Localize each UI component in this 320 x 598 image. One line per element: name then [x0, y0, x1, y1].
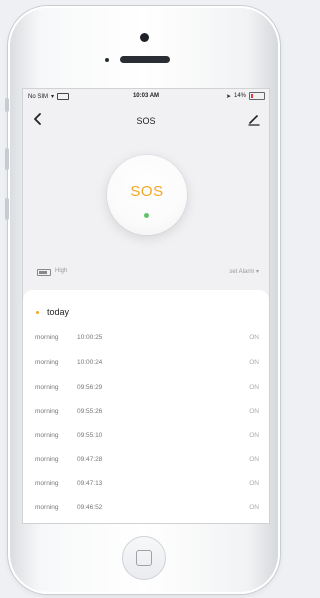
record-period: morning — [35, 480, 59, 487]
sos-label: SOS — [130, 183, 164, 200]
record-row: morning 09:55:10 ON — [35, 432, 259, 442]
sos-button[interactable]: SOS — [107, 155, 187, 235]
record-period: morning — [35, 359, 59, 366]
volume-down-button — [5, 198, 9, 220]
record-time: 10:00:25 — [77, 334, 103, 341]
record-row: morning 09:56:29 ON — [35, 384, 259, 394]
section-title: today — [47, 307, 70, 317]
record-row: morning 10:00:25 ON — [35, 334, 259, 344]
record-time: 09:55:10 — [77, 432, 103, 439]
battery-level-text: High — [55, 268, 68, 274]
record-row: morning 09:47:13 ON — [35, 480, 259, 490]
page-title: SOS — [136, 116, 156, 126]
record-time: 09:47:13 — [77, 480, 103, 487]
pencil-icon[interactable] — [245, 110, 263, 128]
record-state: ON — [249, 432, 259, 439]
record-state: ON — [249, 456, 259, 463]
record-state: ON — [249, 504, 259, 511]
device-battery-icon — [37, 269, 51, 276]
status-right: ➤ 14% — [226, 92, 265, 100]
record-period: morning — [35, 456, 59, 463]
set-alarm-dropdown[interactable]: set Alarm ▾ — [229, 268, 259, 275]
record-state: ON — [249, 480, 259, 487]
status-bar: No SIM ▾ 10:03 AM ➤ 14% — [23, 89, 269, 103]
bullet-icon — [36, 310, 39, 314]
location-icon: ➤ — [225, 93, 231, 100]
record-time: 09:55:26 — [77, 408, 103, 415]
record-time: 09:47:28 — [77, 456, 103, 463]
battery-icon — [249, 92, 265, 100]
volume-up-button — [5, 148, 9, 170]
mute-switch — [5, 98, 9, 112]
front-camera — [140, 33, 149, 42]
record-row: morning 09:55:26 ON — [35, 408, 259, 418]
record-period: morning — [35, 408, 59, 415]
proximity-sensor — [105, 58, 109, 62]
home-button[interactable] — [122, 536, 166, 580]
record-time: 09:46:52 — [77, 504, 103, 511]
section-header: today — [33, 307, 69, 317]
record-state: ON — [249, 408, 259, 415]
record-row: morning 10:00:24 ON — [35, 359, 259, 369]
earpiece-speaker — [120, 56, 170, 63]
battery-percent: 14% — [233, 93, 246, 99]
home-square-icon — [136, 550, 152, 566]
record-time: 09:56:29 — [77, 384, 103, 391]
records-panel: today morning 10:00:25 ON morning 10:00:… — [23, 290, 269, 523]
nav-bar: SOS — [23, 105, 269, 133]
record-row: morning 09:47:28 ON — [35, 456, 259, 466]
record-period: morning — [35, 504, 59, 511]
record-state: ON — [249, 334, 259, 341]
record-row: morning 09:46:52 ON — [35, 504, 259, 514]
record-period: morning — [35, 384, 59, 391]
app-screen: No SIM ▾ 10:03 AM ➤ 14% SOS SOS High set… — [22, 88, 270, 524]
device-info-row: High set Alarm ▾ — [23, 267, 269, 279]
record-state: ON — [249, 384, 259, 391]
sos-status-indicator — [144, 213, 149, 218]
record-time: 10:00:24 — [77, 359, 103, 366]
record-period: morning — [35, 334, 59, 341]
record-state: ON — [249, 359, 259, 366]
record-period: morning — [35, 432, 59, 439]
